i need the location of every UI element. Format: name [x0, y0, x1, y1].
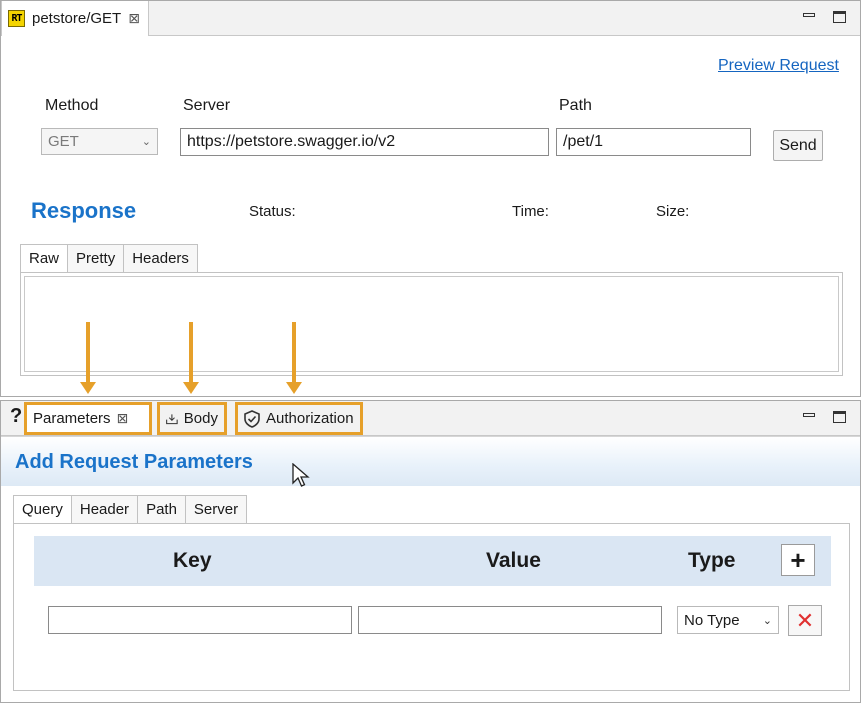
close-icon[interactable]: ⊠	[128, 10, 140, 27]
minimize-icon[interactable]	[803, 413, 815, 417]
body-upload-icon	[166, 413, 178, 424]
rt-app-icon: RT	[8, 10, 25, 27]
query-panel: Key Value Type + No Type ⌄ ✕	[13, 523, 850, 691]
response-title: Response	[31, 198, 137, 223]
close-icon: ✕	[795, 607, 815, 633]
param-tab-bar: Query Header Path Server	[13, 495, 850, 523]
response-body-text[interactable]	[24, 276, 839, 372]
method-value: GET	[48, 133, 79, 150]
param-value-input[interactable]	[358, 606, 662, 634]
status-label: Status:	[249, 203, 296, 220]
editor-tab-petstore-get[interactable]: RT petstore/GET ⊠	[1, 1, 149, 36]
chevron-down-icon: ⌄	[141, 136, 151, 148]
response-tab-bar: Raw Pretty Headers	[20, 244, 843, 272]
tab-server[interactable]: Server	[184, 495, 248, 523]
response-tabs-area: Raw Pretty Headers	[20, 244, 843, 377]
param-key-input[interactable]	[48, 606, 352, 634]
tab-body[interactable]: Body	[157, 402, 227, 435]
page-title: Add Request Parameters	[15, 451, 253, 473]
size-label: Size:	[656, 203, 690, 220]
annotation-arrow-body	[182, 322, 200, 396]
tab-body-label: Body	[183, 410, 218, 427]
minimize-icon[interactable]	[803, 13, 815, 17]
add-parameter-button[interactable]: +	[781, 544, 815, 576]
tab-authorization[interactable]: Authorization	[235, 402, 363, 435]
response-body-panel	[20, 272, 843, 376]
help-icon[interactable]: ?	[10, 405, 22, 428]
tab-raw[interactable]: Raw	[20, 244, 69, 272]
server-label: Server	[183, 97, 231, 114]
param-type-select[interactable]: No Type ⌄	[677, 606, 779, 634]
param-tabs-area: Query Header Path Server Key Value Type …	[13, 495, 850, 691]
column-type: Type	[688, 549, 736, 572]
column-key: Key	[173, 549, 212, 572]
shield-check-icon	[244, 409, 260, 428]
params-table-header: Key Value Type +	[34, 536, 831, 586]
param-type-value: No Type	[684, 611, 740, 629]
editor-tab-title: petstore/GET	[32, 10, 122, 27]
column-value: Value	[486, 549, 541, 572]
maximize-icon[interactable]	[833, 11, 846, 23]
tab-header[interactable]: Header	[70, 495, 139, 523]
path-label: Path	[559, 97, 592, 114]
table-row: No Type ⌄ ✕	[34, 602, 831, 638]
server-input[interactable]: https://petstore.swagger.io/v2	[180, 128, 549, 156]
method-label: Method	[45, 97, 99, 114]
tab-query[interactable]: Query	[13, 495, 72, 523]
chevron-down-icon: ⌄	[762, 614, 772, 627]
tab-parameters-label: Parameters	[33, 410, 111, 427]
maximize-icon[interactable]	[833, 411, 846, 423]
preview-request-link[interactable]: Preview Request	[718, 57, 839, 75]
method-select[interactable]: GET ⌄	[41, 128, 158, 155]
annotation-arrow-authorization	[285, 322, 303, 396]
request-editor-pane: RT petstore/GET ⊠ Preview Request Method…	[0, 0, 861, 397]
time-label: Time:	[512, 203, 549, 220]
send-button[interactable]: Send	[773, 130, 823, 161]
tab-parameters[interactable]: Parameters ⊠	[24, 402, 152, 435]
mouse-pointer-icon	[292, 463, 310, 487]
tab-pretty[interactable]: Pretty	[67, 244, 125, 272]
annotation-arrow-parameters	[79, 322, 97, 396]
tab-path[interactable]: Path	[137, 495, 186, 523]
close-icon[interactable]: ⊠	[117, 410, 129, 427]
delete-row-button[interactable]: ✕	[788, 605, 822, 636]
tab-authorization-label: Authorization	[266, 410, 354, 427]
parameters-view-pane: ? Parameters ⊠ Body Authorization Add Re…	[0, 400, 861, 703]
path-input[interactable]: /pet/1	[556, 128, 751, 156]
tab-headers[interactable]: Headers	[123, 244, 198, 272]
